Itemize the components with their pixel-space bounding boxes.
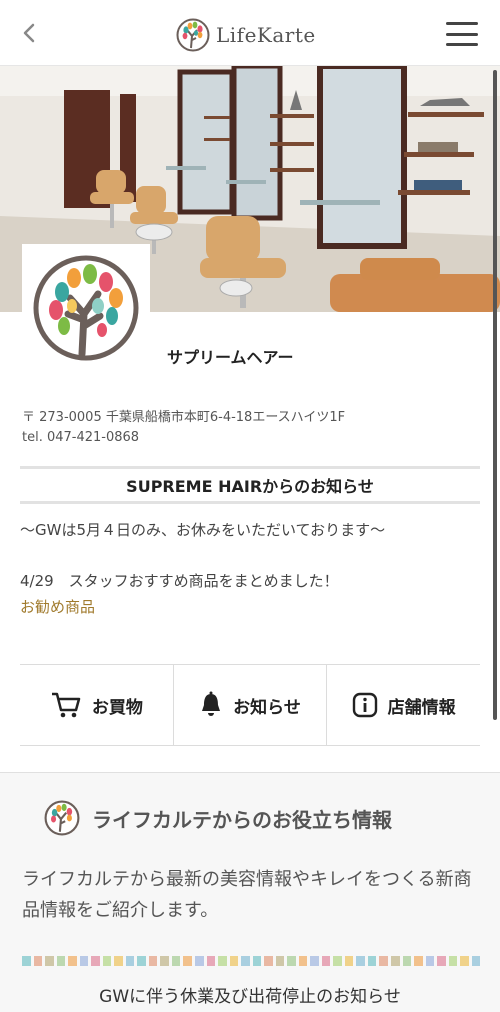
stripe-block [68,956,77,966]
article-title[interactable]: GWに伴う休業及び出荷停止のお知らせ [0,982,500,1007]
stripe-block [114,956,123,966]
stripe-block [402,956,412,966]
stripe-block [252,956,262,966]
menu-button[interactable] [446,22,478,46]
hamburger-menu-icon [446,22,478,25]
cart-icon [51,692,81,718]
shop-logo [22,244,150,372]
app-logo[interactable]: LifeKarte [176,18,316,52]
info-title-row: ライフカルテからのお役立ち情報 [44,800,392,836]
stripe-block [218,956,227,966]
nav-notices-label: お知らせ [233,697,301,718]
stripe-block [471,956,481,966]
notice-title: SUPREME HAIRからのお知らせ [126,477,374,496]
stripe-block [45,956,54,966]
tree-logo-icon [44,800,80,836]
stripe-block [425,956,435,966]
shop-nav-bar: お買物 お知らせ 店舗情報 [20,664,480,746]
stripe-block [206,956,216,966]
info-title: ライフカルテからのお役立ち情報 [92,807,392,832]
app-logo-text: LifeKarte [216,23,316,47]
stripe-block [321,956,331,966]
notice-line-1: ～GWは5月４日のみ、お休みをいただいております～ [20,521,386,539]
stripe-block [160,956,169,966]
nav-store-info[interactable]: 店舗情報 [327,665,480,745]
stripe-block [344,956,354,966]
stripe-block [460,956,469,966]
stripe-block [171,956,181,966]
stripe-block [56,956,66,966]
decorative-stripe [22,956,481,966]
nav-shopping-label: お買物 [91,697,143,718]
stripe-block [148,956,158,966]
shop-address-block: 〒 273-0005 千葉県船橋市本町6-4-18エースハイツ1F tel. 0… [22,408,345,448]
stripe-block [275,956,285,966]
stripe-block [22,956,31,966]
stripe-block [379,956,388,966]
stripe-block [391,956,400,966]
tree-logo-icon [176,18,210,52]
stripe-block [298,956,308,966]
shop-tel[interactable]: tel. 047-421-0868 [22,428,345,448]
bell-icon [202,691,221,716]
stripe-block [241,956,250,966]
stripe-block [102,956,112,966]
stripe-block [448,956,458,966]
stripe-block [367,956,377,966]
stripe-block [310,956,319,966]
stripe-block [264,956,273,966]
recommended-products-link[interactable]: お勧め商品 [20,596,95,617]
back-button[interactable] [14,18,44,48]
stripe-block [91,956,100,966]
stripe-block [194,956,204,966]
stripe-block [79,956,89,966]
stripe-block [333,956,342,966]
info-description: ライフカルテから最新の美容情報やキレイをつくる新商品情報をご紹介します。 [22,869,472,921]
notice-header: SUPREME HAIRからのお知らせ [20,466,480,504]
stripe-block [183,956,192,966]
stripe-block [33,956,43,966]
chevron-left-icon [23,23,35,43]
shop-address: 〒 273-0005 千葉県船橋市本町6-4-18エースハイツ1F [22,410,346,425]
stripe-block [229,956,239,966]
scrollbar[interactable] [493,70,497,720]
stripe-block [356,956,365,966]
stripe-block [287,956,296,966]
shop-name: サプリームヘアー [167,348,294,367]
info-icon [352,692,377,718]
tree-logo-icon [33,255,139,361]
nav-notices[interactable]: お知らせ [174,665,328,745]
stripe-block [437,956,446,966]
stripe-block [414,956,423,966]
nav-shopping[interactable]: お買物 [20,665,174,745]
notice-line-2: 4/29 スタッフおすすめ商品をまとめました！ [20,572,339,590]
nav-store-info-label: 店舗情報 [387,697,456,718]
app-header: LifeKarte [0,0,500,66]
stripe-block [137,956,146,966]
stripe-block [125,956,135,966]
